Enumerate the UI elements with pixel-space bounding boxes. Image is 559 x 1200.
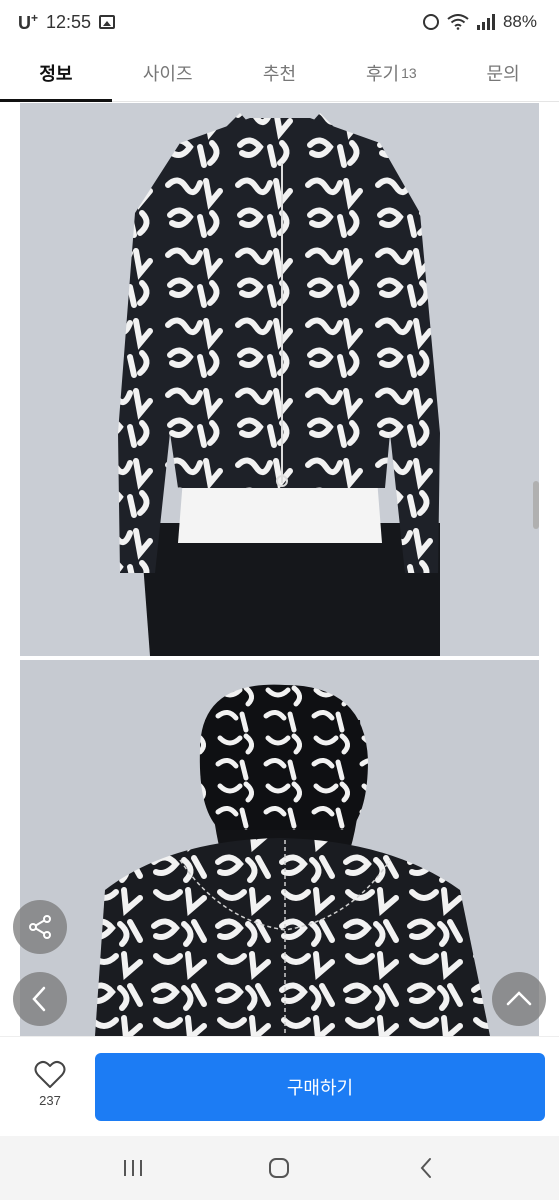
carrier-label: U+ (18, 10, 39, 33)
scroll-to-top-button[interactable] (492, 972, 546, 1026)
share-icon (29, 915, 51, 939)
tab-size[interactable]: 사이즈 (112, 44, 224, 101)
tab-info[interactable]: 정보 (0, 44, 112, 102)
clock: 12:55 (46, 11, 92, 32)
system-nav-bar (0, 1136, 559, 1200)
status-right: 88% (422, 12, 537, 32)
tab-recommend[interactable]: 추천 (224, 44, 336, 101)
jacket-front-illustration (20, 103, 539, 656)
previous-button[interactable] (13, 972, 67, 1026)
buy-button[interactable]: 구매하기 (95, 1053, 545, 1121)
heart-icon (34, 1060, 66, 1088)
like-count: 237 (39, 1093, 61, 1108)
home-button[interactable] (249, 1148, 309, 1188)
tab-bar: 정보 사이즈 추천 후기 13 문의 (0, 44, 559, 102)
home-icon (269, 1158, 290, 1178)
scroll-thumb[interactable] (533, 481, 539, 529)
product-photo-front[interactable] (20, 103, 539, 656)
jacket-back-illustration (20, 660, 539, 1036)
chevron-left-icon (32, 986, 46, 1012)
signal-icon (476, 14, 495, 30)
product-photo-back[interactable] (20, 660, 539, 1036)
share-button[interactable] (13, 900, 67, 954)
back-button[interactable] (396, 1148, 456, 1188)
status-bar: U+ 12:55 88% (0, 0, 559, 44)
like-button[interactable]: 237 (22, 1059, 78, 1119)
review-count: 13 (401, 64, 417, 81)
chevron-up-icon (506, 991, 532, 1006)
purchase-bar: 237 구매하기 (0, 1036, 559, 1136)
tab-inquiry[interactable]: 문의 (447, 44, 559, 101)
tab-reviews[interactable]: 후기 13 (335, 44, 447, 101)
battery-level: 88% (502, 12, 537, 31)
wifi-icon (447, 14, 469, 30)
back-icon (420, 1158, 431, 1178)
status-left: U+ 12:55 (18, 10, 116, 34)
alarm-icon (422, 14, 439, 30)
recents-icon (124, 1160, 143, 1176)
recents-button[interactable] (103, 1148, 163, 1188)
gallery-icon (99, 15, 116, 29)
